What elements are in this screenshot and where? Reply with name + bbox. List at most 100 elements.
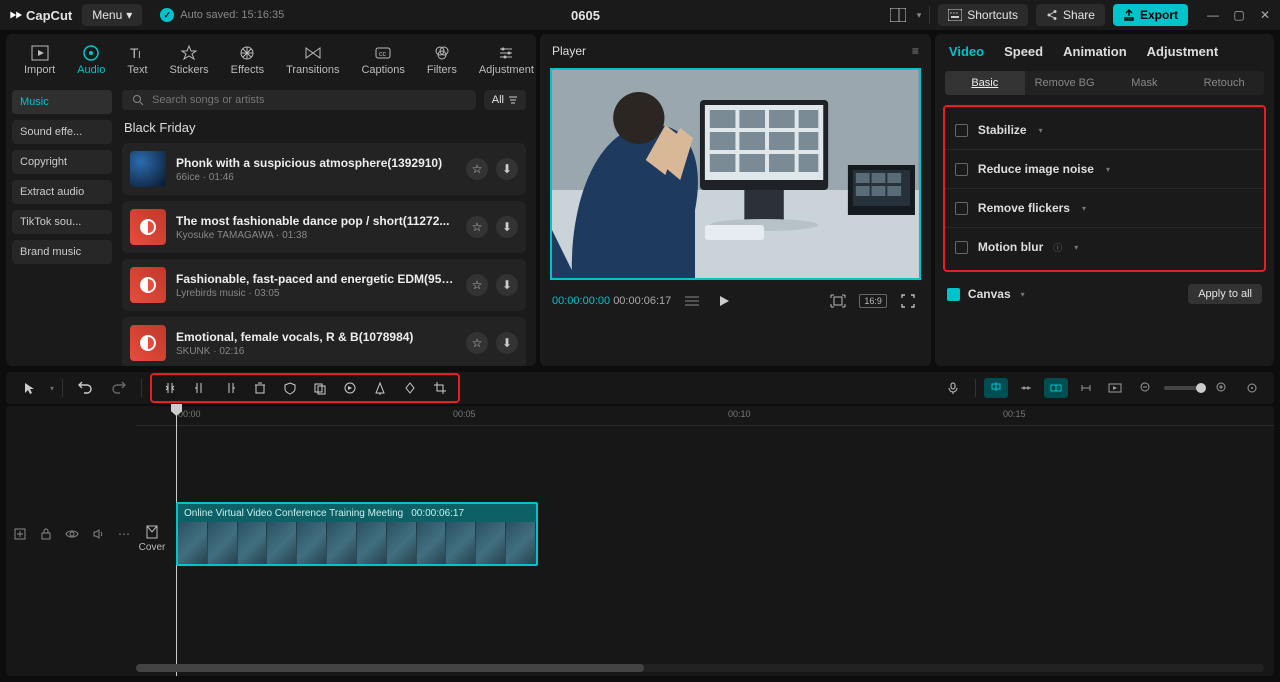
fit-icon[interactable] — [1240, 378, 1264, 398]
visibility-icon[interactable] — [64, 526, 80, 542]
checkbox[interactable] — [955, 202, 968, 215]
tab-audio[interactable]: Audio — [69, 40, 113, 80]
cover-button[interactable]: Cover — [132, 518, 172, 558]
preview-icon[interactable] — [1104, 378, 1128, 398]
mic-icon[interactable] — [939, 376, 967, 400]
song-item[interactable]: Phonk with a suspicious atmosphere(13929… — [122, 143, 526, 195]
layout-icon[interactable] — [887, 4, 909, 26]
download-icon[interactable]: ⬇ — [496, 332, 518, 354]
fullscreen-icon[interactable] — [897, 290, 919, 312]
minimize-button[interactable]: — — [1206, 8, 1220, 22]
ratio-badge[interactable]: 16:9 — [859, 294, 887, 308]
subtab-retouch[interactable]: Retouch — [1184, 71, 1264, 95]
subtab-basic[interactable]: Basic — [945, 71, 1025, 95]
snap-icon[interactable] — [1044, 378, 1068, 398]
chevron-down-icon[interactable]: ▾ — [1082, 204, 1086, 213]
checkbox[interactable] — [955, 163, 968, 176]
tab-adjustment[interactable]: Adjustment — [471, 40, 542, 80]
chevron-down-icon[interactable]: ▾ — [917, 10, 922, 21]
checkbox[interactable] — [955, 124, 968, 137]
zoom-slider[interactable] — [1164, 386, 1204, 390]
freeze-frame-tool[interactable] — [306, 376, 334, 400]
add-track-icon[interactable] — [12, 526, 28, 542]
favorite-icon[interactable]: ☆ — [466, 158, 488, 180]
opt-remove-flickers[interactable]: Remove flickers▾ — [945, 189, 1264, 228]
video-clip[interactable]: Online Virtual Video Conference Training… — [176, 502, 538, 566]
tab-effects[interactable]: Effects — [223, 40, 272, 80]
shield-tool[interactable] — [276, 376, 304, 400]
subtab-mask[interactable]: Mask — [1104, 71, 1184, 95]
search-box[interactable] — [122, 90, 476, 110]
mirror-tool[interactable] — [366, 376, 394, 400]
song-item[interactable]: The most fashionable dance pop / short(1… — [122, 201, 526, 253]
delete-tool[interactable] — [246, 376, 274, 400]
subtab-remove-bg[interactable]: Remove BG — [1025, 71, 1105, 95]
song-item[interactable]: Fashionable, fast-paced and energetic ED… — [122, 259, 526, 311]
tab-speed[interactable]: Speed — [1004, 44, 1043, 59]
link-icon[interactable] — [1074, 378, 1098, 398]
export-button[interactable]: Export — [1113, 4, 1188, 26]
opt-reduce-noise[interactable]: Reduce image noise▾ — [945, 150, 1264, 189]
cat-tiktok-sounds[interactable]: TikTok sou... — [12, 210, 112, 234]
apply-all-button[interactable]: Apply to all — [1188, 284, 1262, 304]
magnet-main-icon[interactable] — [984, 378, 1008, 398]
zoom-in-icon[interactable] — [1210, 378, 1234, 398]
lock-icon[interactable] — [38, 526, 54, 542]
opt-stabilize[interactable]: Stabilize▾ — [945, 111, 1264, 150]
scale-icon[interactable] — [827, 290, 849, 312]
favorite-icon[interactable]: ☆ — [466, 274, 488, 296]
tab-animation[interactable]: Animation — [1063, 44, 1127, 59]
tab-filters[interactable]: Filters — [419, 40, 465, 80]
cursor-tool[interactable] — [16, 376, 44, 400]
filter-all[interactable]: All — [484, 90, 526, 110]
timeline[interactable]: 00:00 00:05 00:10 00:15 ⋯ Cover Online V… — [6, 406, 1274, 676]
chevron-down-icon[interactable]: ▾ — [1021, 290, 1025, 299]
cat-copyright[interactable]: Copyright — [12, 150, 112, 174]
checkbox[interactable] — [955, 241, 968, 254]
tab-text[interactable]: TIText — [119, 40, 155, 80]
undo-button[interactable] — [71, 376, 99, 400]
tab-import[interactable]: Import — [16, 40, 63, 80]
cat-brand-music[interactable]: Brand music — [12, 240, 112, 264]
close-button[interactable]: ✕ — [1258, 8, 1272, 22]
mute-icon[interactable] — [90, 526, 106, 542]
rotate-tool[interactable] — [396, 376, 424, 400]
checkbox-canvas[interactable] — [947, 288, 960, 301]
menu-button[interactable]: Menu ▾ — [82, 4, 142, 26]
download-icon[interactable]: ⬇ — [496, 216, 518, 238]
song-item[interactable]: Emotional, female vocals, R & B(1078984)… — [122, 317, 526, 366]
tab-adjustment[interactable]: Adjustment — [1147, 44, 1219, 59]
cat-sound-effects[interactable]: Sound effe... — [12, 120, 112, 144]
list-icon[interactable] — [681, 290, 703, 312]
magnet-track-icon[interactable] — [1014, 378, 1038, 398]
trim-right-tool[interactable] — [216, 376, 244, 400]
cat-music[interactable]: Music — [12, 90, 112, 114]
crop-tool[interactable] — [426, 376, 454, 400]
download-icon[interactable]: ⬇ — [496, 158, 518, 180]
cat-extract-audio[interactable]: Extract audio — [12, 180, 112, 204]
tab-video[interactable]: Video — [949, 44, 984, 59]
info-icon[interactable]: ⓘ — [1053, 241, 1062, 254]
search-input[interactable] — [152, 94, 466, 106]
chevron-down-icon[interactable]: ▾ — [1106, 165, 1110, 174]
redo-button[interactable] — [105, 376, 133, 400]
zoom-out-icon[interactable] — [1134, 378, 1158, 398]
shortcuts-button[interactable]: Shortcuts — [938, 4, 1028, 26]
tab-stickers[interactable]: Stickers — [162, 40, 217, 80]
share-button[interactable]: Share — [1036, 4, 1105, 26]
maximize-button[interactable]: ▢ — [1232, 8, 1246, 22]
split-tool[interactable] — [156, 376, 184, 400]
download-icon[interactable]: ⬇ — [496, 274, 518, 296]
trim-left-tool[interactable] — [186, 376, 214, 400]
horizontal-scrollbar[interactable] — [136, 664, 1264, 672]
menu-icon[interactable]: ≡ — [912, 44, 919, 58]
opt-motion-blur[interactable]: Motion blurⓘ▾ — [945, 228, 1264, 266]
play-button[interactable] — [713, 290, 735, 312]
more-icon[interactable]: ⋯ — [116, 526, 132, 542]
tab-captions[interactable]: ccCaptions — [353, 40, 412, 80]
chevron-down-icon[interactable]: ▾ — [1039, 126, 1043, 135]
reverse-tool[interactable] — [336, 376, 364, 400]
favorite-icon[interactable]: ☆ — [466, 332, 488, 354]
chevron-down-icon[interactable]: ▾ — [1074, 243, 1078, 252]
ruler[interactable]: 00:00 00:05 00:10 00:15 — [136, 406, 1274, 426]
